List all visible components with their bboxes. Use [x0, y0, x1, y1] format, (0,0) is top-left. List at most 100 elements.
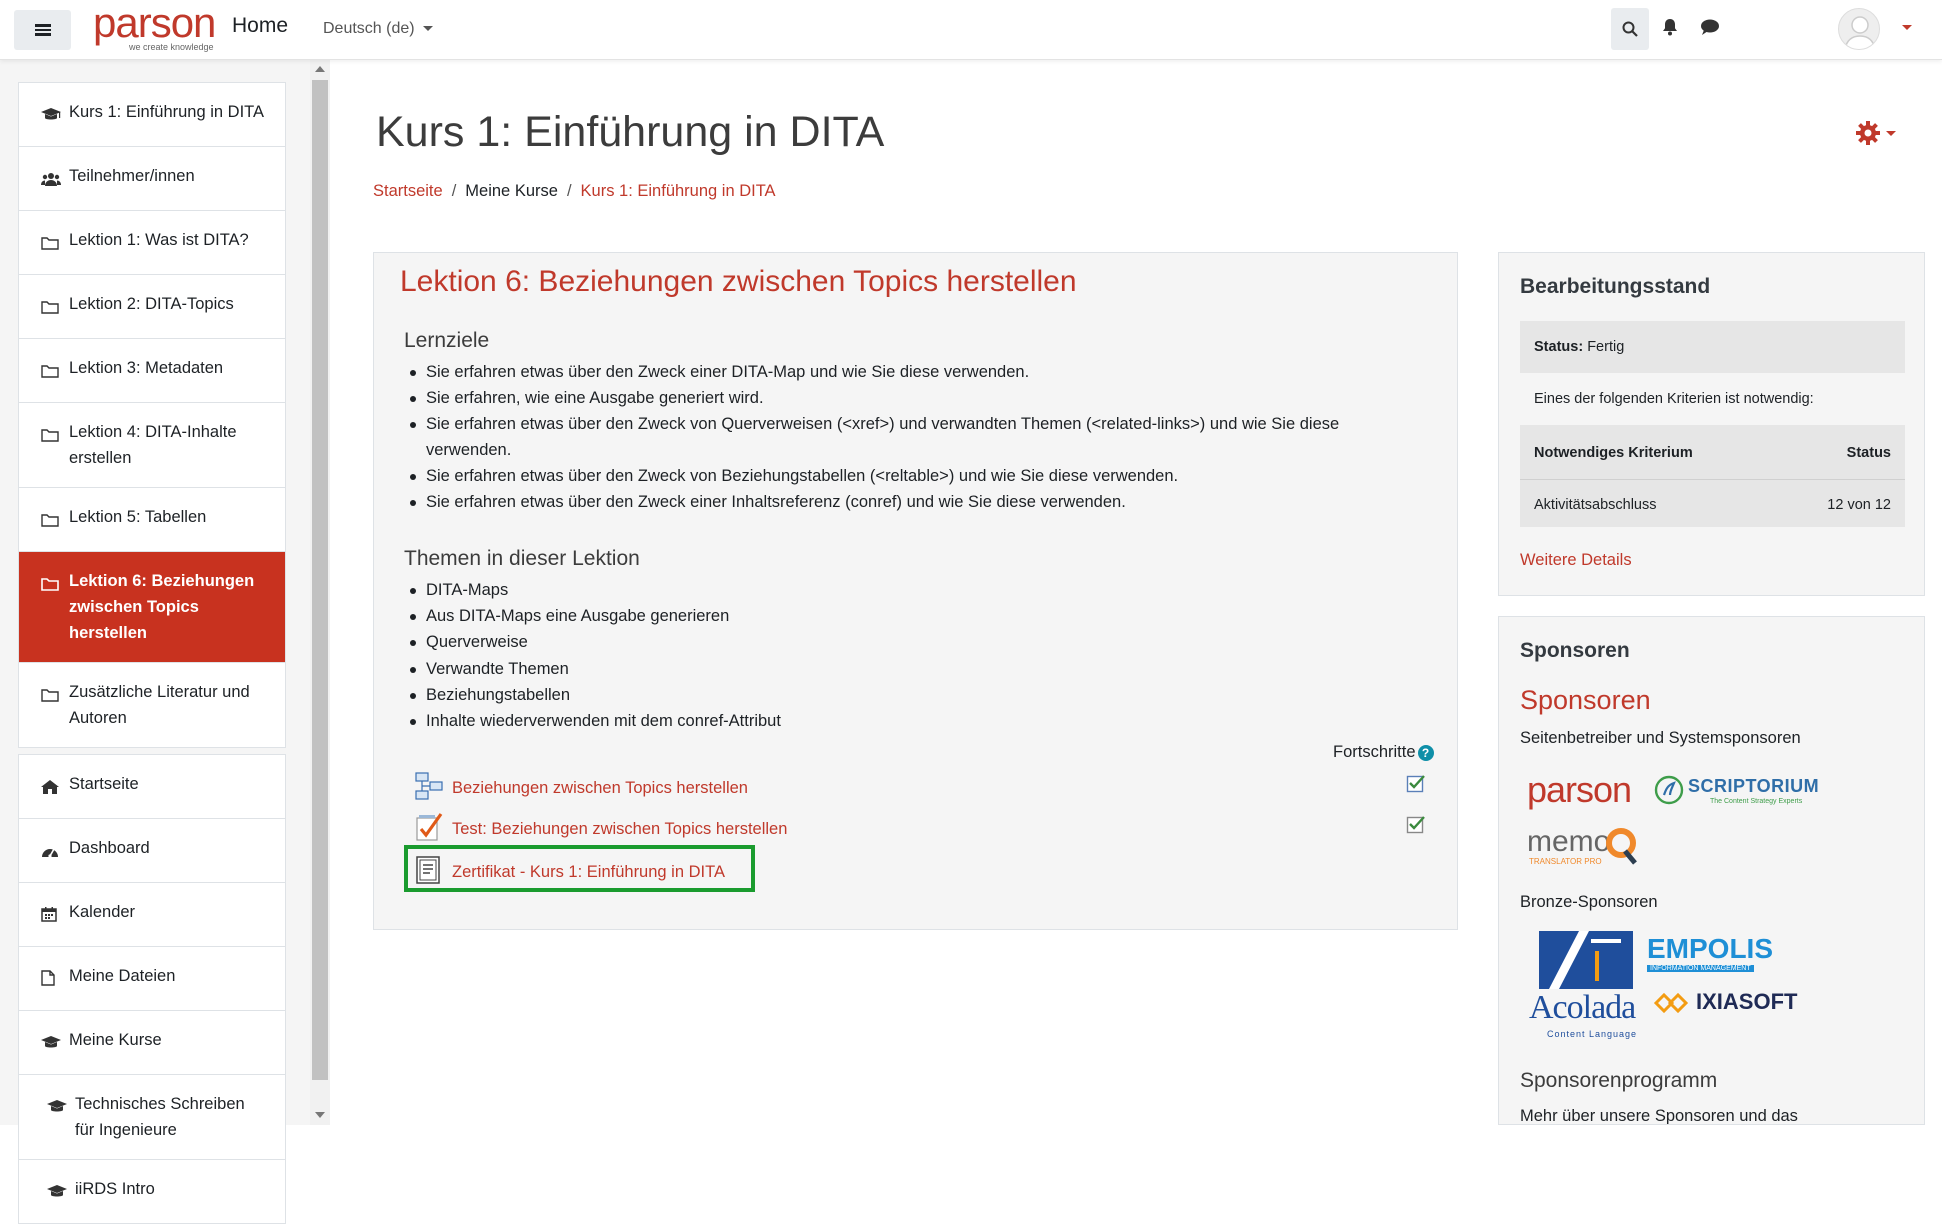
criterion-cell: Aktivitätsabschluss	[1534, 497, 1657, 513]
sponsors-text: Seitenbetreiber und Systemsponsoren	[1520, 729, 1801, 747]
site-logo[interactable]: parson we create knowledge	[93, 2, 228, 54]
drawer-item-files[interactable]: Meine Dateien	[19, 947, 285, 1011]
learning-goals-heading: Lernziele	[404, 329, 490, 352]
user-avatar[interactable]	[1838, 8, 1880, 50]
drawer-item-lesson-2[interactable]: Lektion 2: DITA-Topics	[19, 275, 285, 339]
drawer-item-label: iiRDS Intro	[75, 1180, 155, 1198]
scroll-up-arrow-icon[interactable]	[315, 66, 325, 72]
folder-icon	[41, 573, 63, 599]
completion-block: Bearbeitungsstand Status: Fertig Eines d…	[1498, 252, 1925, 596]
breadcrumb-my-courses[interactable]: Meine Kurse	[465, 182, 558, 200]
language-menu[interactable]: Deutsch (de)	[323, 20, 433, 38]
progress-label: Fortschritte	[1333, 743, 1416, 761]
sponsor-logo-ixiasoft[interactable]: IXIASOFT	[1654, 989, 1814, 1019]
activity-quiz[interactable]: Test: Beziehungen zwischen Topics herste…	[414, 812, 787, 847]
drawer-item-label: Kalender	[69, 903, 136, 921]
drawer-item-lesson-4[interactable]: Lektion 4: DITA-Inhalte erstellen	[19, 403, 285, 488]
completion-checkbox[interactable]	[1406, 773, 1426, 793]
learning-goals: Lernziele Sie erfahren etwas über den Zw…	[404, 329, 1424, 515]
criterion-status-cell: 12 von 12	[1827, 497, 1891, 513]
drawer-toggle-button[interactable]	[14, 10, 71, 50]
drawer-item-startseite[interactable]: Startseite	[19, 755, 285, 819]
activity-link[interactable]: Beziehungen zwischen Topics herstellen	[452, 779, 748, 798]
drawer-item-label: Lektion 1: Was ist DITA?	[69, 231, 249, 249]
folder-icon	[41, 232, 63, 258]
topic-item: Inhalte wiederverwenden mit dem conref-A…	[404, 708, 1424, 734]
checked-box-icon	[1406, 816, 1425, 834]
activity-book[interactable]: Beziehungen zwischen Topics herstellen	[414, 771, 748, 806]
hamburger-icon	[34, 22, 51, 38]
scroll-down-arrow-icon[interactable]	[315, 1112, 325, 1118]
site-nav-group: Startseite Dashboard Kalender Meine Date…	[18, 754, 286, 1224]
sponsor-logo-memoq[interactable]: memo TRANSLATOR PRO	[1527, 825, 1667, 869]
breadcrumb-separator: /	[566, 182, 572, 200]
activity-link[interactable]: Test: Beziehungen zwischen Topics herste…	[452, 820, 787, 839]
topic-item: DITA-Maps	[404, 577, 1424, 603]
top-navbar: parson we create knowledge Home Deutsch …	[0, 0, 1942, 60]
section-title[interactable]: Lektion 6: Beziehungen zwischen Topics h…	[400, 265, 1077, 299]
status-row: Status: Fertig	[1520, 321, 1905, 373]
sponsor-logo-scriptorium[interactable]: SCRIPTORIUM The Content Strategy Experts	[1654, 773, 1819, 809]
drawer-item-course-iirds[interactable]: iiRDS Intro	[19, 1160, 285, 1223]
scrollbar-thumb[interactable]	[312, 80, 328, 1080]
sponsor-logo-acolada[interactable]: Acolada Content Language	[1529, 931, 1639, 1043]
drawer-item-label: Lektion 5: Tabellen	[69, 508, 207, 526]
drawer-item-lesson-6[interactable]: Lektion 6: Beziehungen zwischen Topics h…	[19, 552, 285, 663]
drawer-item-calendar[interactable]: Kalender	[19, 883, 285, 947]
drawer-item-course-tech-writing[interactable]: Technisches Schreiben für Ingenieure	[19, 1075, 285, 1160]
certificate-icon	[414, 855, 444, 890]
bell-icon	[1663, 19, 1677, 36]
users-icon	[41, 168, 63, 194]
drawer-item-literature[interactable]: Zusätzliche Literatur und Autoren	[19, 663, 285, 747]
learning-goal: Sie erfahren etwas über den Zweck einer …	[404, 359, 1424, 385]
activity-link[interactable]: Zertifikat - Kurs 1: Einführung in DITA	[452, 863, 725, 882]
breadcrumb-home[interactable]: Startseite	[373, 182, 443, 200]
scriptorium-tagline: The Content Strategy Experts	[1710, 798, 1803, 805]
topic-item: Aus DITA-Maps eine Ausgabe generieren	[404, 603, 1424, 629]
status-value: Fertig	[1587, 339, 1625, 355]
more-details-link[interactable]: Weitere Details	[1520, 551, 1632, 570]
quiz-icon	[414, 812, 444, 847]
notifications-button[interactable]	[1662, 18, 1678, 41]
scriptorium-wordmark: SCRIPTORIUM	[1688, 776, 1820, 796]
ixiasoft-wordmark: IXIASOFT	[1696, 989, 1798, 1014]
graduation-cap-icon	[41, 1032, 63, 1058]
drawer-item-my-courses[interactable]: Meine Kurse	[19, 1011, 285, 1075]
acolada-wordmark: Acolada	[1529, 989, 1636, 1026]
sponsor-logo-parson[interactable]: parson	[1527, 769, 1632, 811]
bronze-sponsors-text: Bronze-Sponsoren	[1520, 893, 1658, 911]
column-header-status: Status	[1846, 445, 1891, 461]
drawer-scrollbar[interactable]	[310, 60, 330, 1125]
course-nav-group: Kurs 1: Einführung in DITA Teilnehmer/in…	[18, 82, 286, 748]
sponsor-logo-empolis[interactable]: EMPOLIS INFORMATION MANAGEMENT	[1647, 933, 1797, 973]
drawer-item-label: Startseite	[69, 775, 139, 793]
table-divider	[1520, 479, 1905, 480]
user-menu-caret-icon[interactable]	[1902, 25, 1912, 30]
drawer-item-lesson-3[interactable]: Lektion 3: Metadaten	[19, 339, 285, 403]
drawer-item-label: Lektion 4: DITA-Inhalte erstellen	[69, 423, 237, 467]
progress-header: Fortschritte?	[1333, 743, 1434, 762]
drawer-item-label: Kurs 1: Einführung in DITA	[69, 103, 265, 121]
drawer-item-lesson-1[interactable]: Lektion 1: Was ist DITA?	[19, 211, 285, 275]
home-link[interactable]: Home	[232, 14, 288, 38]
caret-down-icon	[422, 26, 433, 32]
criteria-note: Eines der folgenden Kriterien ist notwen…	[1534, 391, 1814, 407]
completion-checkbox[interactable]	[1406, 814, 1426, 834]
drawer-item-lesson-5[interactable]: Lektion 5: Tabellen	[19, 488, 285, 552]
drawer-item-label: Dashboard	[69, 839, 150, 857]
drawer-item-participants[interactable]: Teilnehmer/innen	[19, 147, 285, 211]
logo-tagline: we create knowledge	[129, 42, 214, 52]
messages-button[interactable]	[1700, 18, 1720, 41]
activity-certificate[interactable]: Zertifikat - Kurs 1: Einführung in DITA	[414, 855, 725, 890]
search-button[interactable]	[1611, 8, 1649, 50]
drawer-item-label: Lektion 6: Beziehungen zwischen Topics h…	[69, 572, 255, 642]
lesson-section: Lektion 6: Beziehungen zwischen Topics h…	[373, 252, 1458, 930]
drawer-item-dashboard[interactable]: Dashboard	[19, 819, 285, 883]
drawer-item-course[interactable]: Kurs 1: Einführung in DITA	[19, 83, 285, 147]
course-settings-menu[interactable]	[1855, 120, 1896, 146]
graduation-cap-icon	[47, 1181, 69, 1207]
help-icon[interactable]: ?	[1417, 744, 1434, 761]
folder-icon	[41, 684, 63, 710]
breadcrumb-course[interactable]: Kurs 1: Einführung in DITA	[581, 182, 776, 200]
learning-goal: Sie erfahren etwas über den Zweck einer …	[404, 489, 1424, 515]
